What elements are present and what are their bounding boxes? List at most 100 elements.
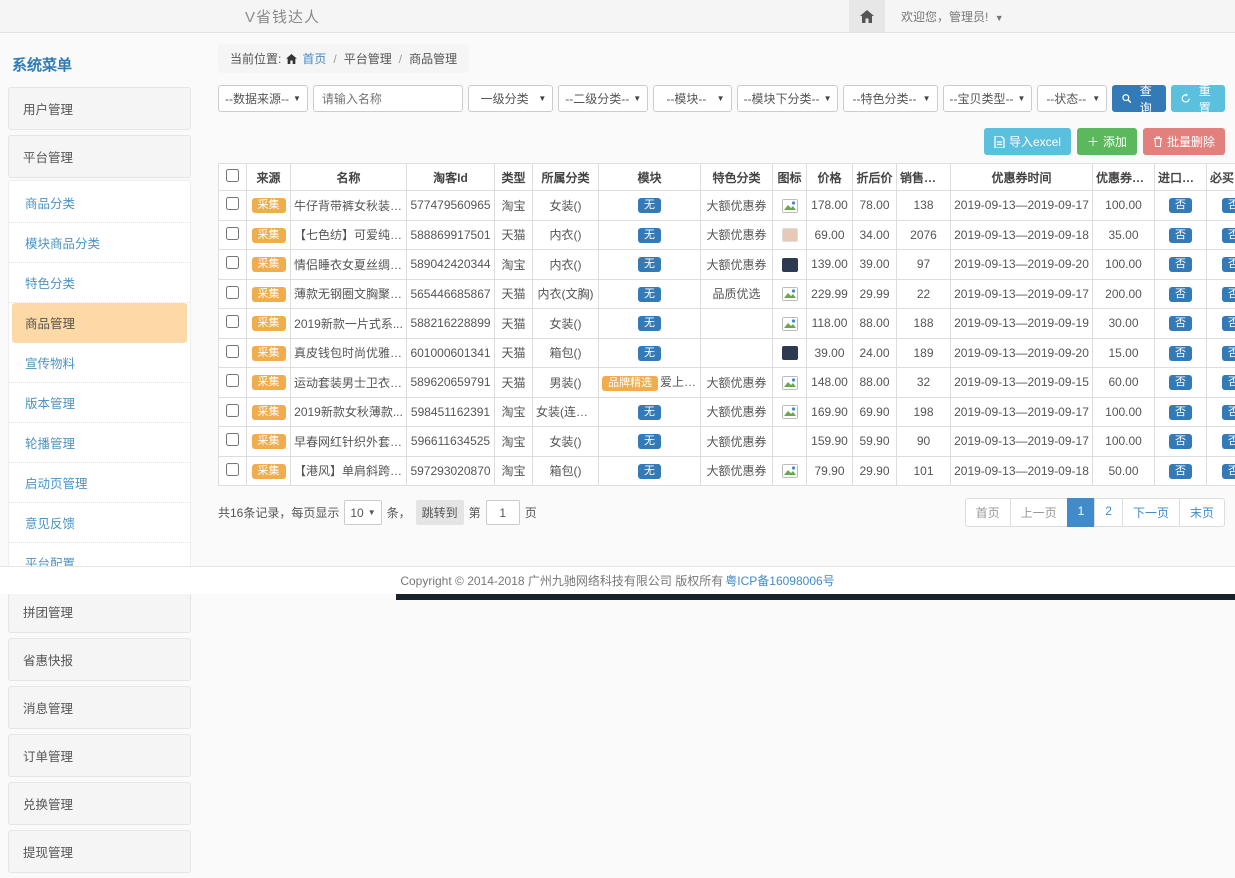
page-button-末页[interactable]: 末页 <box>1179 498 1225 527</box>
must-buy-badge[interactable]: 否 <box>1222 198 1235 213</box>
sidebar-group-提现管理[interactable]: 提现管理 <box>8 830 191 873</box>
sidebar-menu: 用户管理平台管理商品分类模块商品分类特色分类商品管理宣传物料版本管理轮播管理启动… <box>8 87 191 873</box>
per-page-select[interactable]: 10 ▼ <box>344 500 381 525</box>
imported-badge[interactable]: 否 <box>1169 346 1192 361</box>
row-checkbox[interactable] <box>226 286 239 299</box>
module-none-badge: 无 <box>638 257 661 272</box>
must-buy-badge[interactable]: 否 <box>1222 346 1235 361</box>
sidebar-group-订单管理[interactable]: 订单管理 <box>8 734 191 777</box>
sidebar-item-特色分类[interactable]: 特色分类 <box>9 263 190 303</box>
filter-select-5[interactable]: --特色分类--▼ <box>843 85 937 112</box>
import-icon <box>994 136 1005 148</box>
filter-select-6[interactable]: --宝贝类型--▼ <box>943 85 1033 112</box>
imported-badge[interactable]: 否 <box>1169 257 1192 272</box>
import-excel-button[interactable]: 导入excel <box>984 128 1071 155</box>
column-header-checkbox[interactable] <box>219 164 247 191</box>
taoke-id-cell: 589042420344 <box>407 250 495 280</box>
source-badge: 采集 <box>252 464 286 479</box>
imported-badge[interactable]: 否 <box>1169 228 1192 243</box>
sidebar-item-轮播管理[interactable]: 轮播管理 <box>9 423 190 463</box>
must-buy-badge[interactable]: 否 <box>1222 375 1235 390</box>
row-checkbox[interactable] <box>226 463 239 476</box>
row-checkbox[interactable] <box>226 227 239 240</box>
row-checkbox[interactable] <box>226 433 239 446</box>
page-button-下一页[interactable]: 下一页 <box>1122 498 1180 527</box>
page-button-2[interactable]: 2 <box>1094 498 1123 527</box>
sidebar-group-用户管理[interactable]: 用户管理 <box>8 87 191 130</box>
jump-to-button[interactable]: 跳转到 <box>416 500 464 525</box>
row-checkbox[interactable] <box>226 374 239 387</box>
sidebar-group-平台管理[interactable]: 平台管理 <box>8 135 191 178</box>
imported-badge[interactable]: 否 <box>1169 405 1192 420</box>
home-icon-button[interactable] <box>849 0 885 32</box>
must-buy-badge[interactable]: 否 <box>1222 316 1235 331</box>
filter-select-0[interactable]: --数据来源--▼ <box>218 85 308 112</box>
sidebar-group-拼团管理[interactable]: 拼团管理 <box>8 590 191 633</box>
icon-cell <box>773 427 807 457</box>
module-none-badge: 无 <box>638 405 661 420</box>
breadcrumb-item[interactable]: 商品管理 <box>409 50 457 67</box>
must-buy-badge[interactable]: 否 <box>1222 257 1235 272</box>
sidebar-group-兑换管理[interactable]: 兑换管理 <box>8 782 191 825</box>
sidebar-item-宣传物料[interactable]: 宣传物料 <box>9 343 190 383</box>
filter-select-3[interactable]: --模块--▼ <box>653 85 731 112</box>
discount-price-cell: 59.90 <box>853 427 897 457</box>
must-buy-badge[interactable]: 否 <box>1222 434 1235 449</box>
batch-delete-button[interactable]: 批量删除 <box>1143 128 1225 155</box>
sidebar-item-模块商品分类[interactable]: 模块商品分类 <box>9 223 190 263</box>
sidebar-item-版本管理[interactable]: 版本管理 <box>9 383 190 423</box>
module-cell: 无 <box>599 456 701 486</box>
imported-badge[interactable]: 否 <box>1169 434 1192 449</box>
imported-badge[interactable]: 否 <box>1169 375 1192 390</box>
price-cell: 148.00 <box>807 368 853 398</box>
filter-select-4[interactable]: --模块下分类--▼ <box>737 85 839 112</box>
filter-select-2[interactable]: --二级分类--▼ <box>558 85 648 112</box>
sidebar-group-消息管理[interactable]: 消息管理 <box>8 686 191 729</box>
must-buy-cell: 否 <box>1207 427 1235 457</box>
sidebar-item-意见反馈[interactable]: 意见反馈 <box>9 503 190 543</box>
sidebar-item-商品管理[interactable]: 商品管理 <box>12 303 187 343</box>
row-checkbox[interactable] <box>226 345 239 358</box>
imported-cell: 否 <box>1155 279 1207 309</box>
source-badge: 采集 <box>252 287 286 302</box>
must-buy-badge[interactable]: 否 <box>1222 464 1235 479</box>
filter-select-7[interactable]: --状态--▼ <box>1037 85 1107 112</box>
imported-badge[interactable]: 否 <box>1169 464 1192 479</box>
taoke-id-cell: 598451162391 <box>407 397 495 427</box>
imported-badge[interactable]: 否 <box>1169 198 1192 213</box>
page-number-input[interactable] <box>486 500 520 525</box>
page-button-首页[interactable]: 首页 <box>965 498 1011 527</box>
row-checkbox[interactable] <box>226 315 239 328</box>
page-button-上一页[interactable]: 上一页 <box>1010 498 1068 527</box>
select-all-checkbox[interactable] <box>226 169 239 182</box>
search-button[interactable]: 查询 <box>1112 85 1166 112</box>
sidebar-group-省惠快报[interactable]: 省惠快报 <box>8 638 191 681</box>
imported-cell: 否 <box>1155 456 1207 486</box>
name-search-input[interactable] <box>313 85 463 112</box>
must-buy-badge[interactable]: 否 <box>1222 228 1235 243</box>
must-buy-badge[interactable]: 否 <box>1222 287 1235 302</box>
module-badge: 品牌精选 <box>602 376 658 391</box>
chevron-down-icon: ▼ <box>633 94 641 103</box>
sidebar-item-商品分类[interactable]: 商品分类 <box>9 183 190 223</box>
page-button-1[interactable]: 1 <box>1067 498 1096 527</box>
add-button[interactable]: ＋ 添加 <box>1077 128 1137 155</box>
reset-button[interactable]: 重置 <box>1171 85 1225 112</box>
icp-link[interactable]: 粤ICP备16098006号 <box>725 572 834 589</box>
imported-badge[interactable]: 否 <box>1169 287 1192 302</box>
breadcrumb-item[interactable]: 平台管理 <box>344 50 392 67</box>
broken-image-icon <box>782 376 798 390</box>
user-menu[interactable]: 欢迎您，管理员! ▼ <box>885 8 1235 25</box>
imported-badge[interactable]: 否 <box>1169 316 1192 331</box>
filter-select-1[interactable]: 一级分类▼ <box>468 85 553 112</box>
breadcrumb-home-link[interactable]: 首页 <box>302 50 326 67</box>
plus-icon: ＋ <box>1087 133 1099 150</box>
row-checkbox[interactable] <box>226 404 239 417</box>
row-checkbox[interactable] <box>226 256 239 269</box>
column-header-模块: 模块 <box>599 164 701 191</box>
home-icon <box>286 54 297 64</box>
sidebar-item-启动页管理[interactable]: 启动页管理 <box>9 463 190 503</box>
name-cell: 2019新款一片式系... <box>291 309 407 339</box>
must-buy-badge[interactable]: 否 <box>1222 405 1235 420</box>
row-checkbox[interactable] <box>226 197 239 210</box>
